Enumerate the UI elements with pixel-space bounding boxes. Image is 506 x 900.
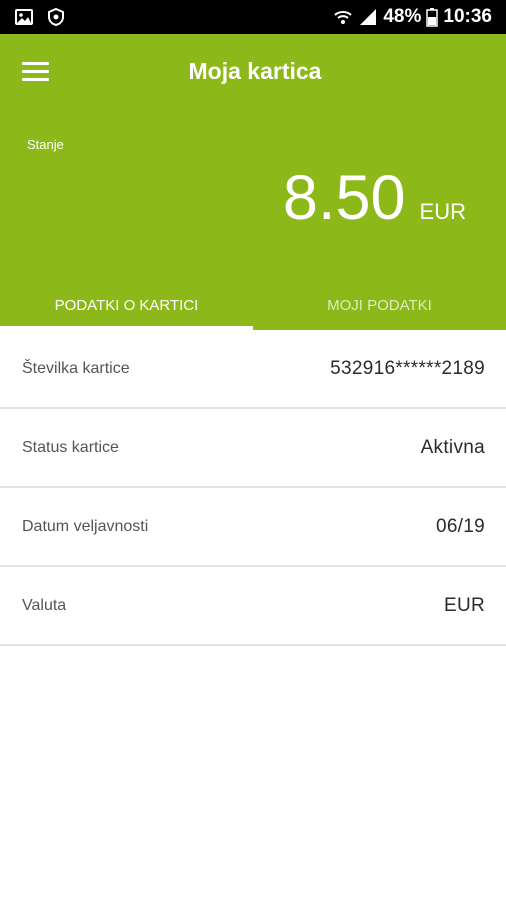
card-number-label: Številka kartice bbox=[22, 359, 130, 377]
status-bar-right: 48% 10:36 bbox=[333, 6, 492, 28]
balance-currency: EUR bbox=[419, 199, 466, 224]
list-item: Valuta EUR bbox=[0, 567, 506, 646]
balance-label: Stanje bbox=[27, 137, 64, 152]
card-status-value: Aktivna bbox=[420, 436, 485, 458]
currency-label: Valuta bbox=[22, 596, 67, 614]
status-bar: 48% 10:36 bbox=[0, 0, 506, 34]
tab-card-details[interactable]: PODATKI O KARTICI bbox=[0, 280, 253, 330]
balance: 8.50 EUR bbox=[283, 162, 466, 234]
battery-icon bbox=[426, 7, 439, 27]
list-item: Številka kartice 532916******2189 bbox=[0, 330, 506, 409]
list-item: Datum veljavnosti 06/19 bbox=[0, 488, 506, 567]
currency-value: EUR bbox=[443, 594, 485, 616]
tab-my-details[interactable]: MOJI PODATKI bbox=[253, 280, 506, 330]
list-item: Status kartice Aktivna bbox=[0, 409, 506, 488]
expiry-date-value: 06/19 bbox=[435, 515, 485, 537]
card-number-value: 532916******2189 bbox=[330, 357, 485, 379]
signal-icon bbox=[358, 7, 378, 27]
battery-percent: 48% bbox=[383, 6, 422, 27]
expiry-date-label: Datum veljavnosti bbox=[22, 517, 149, 535]
balance-value: 8.50 bbox=[282, 163, 406, 233]
card-details-list: Številka kartice 532916******2189 Status… bbox=[0, 330, 506, 646]
wifi-icon bbox=[333, 7, 353, 27]
image-icon bbox=[14, 7, 34, 27]
card-status-label: Status kartice bbox=[22, 438, 119, 456]
app-header: Moja kartica Stanje 8.50 EUR PODATKI O K… bbox=[0, 34, 506, 330]
page-title: Moja kartica bbox=[188, 58, 322, 84]
clock: 10:36 bbox=[443, 6, 492, 27]
tab-bar: PODATKI O KARTICI MOJI PODATKI bbox=[0, 280, 506, 330]
status-bar-left bbox=[14, 7, 66, 27]
shield-icon bbox=[46, 7, 66, 27]
